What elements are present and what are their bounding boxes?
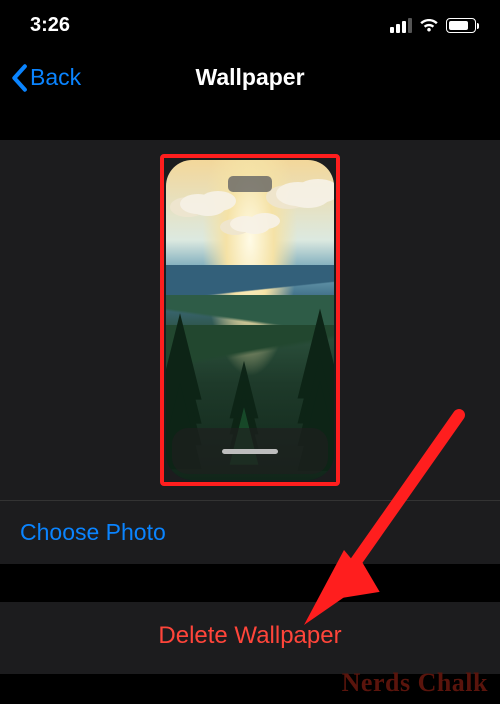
delete-wallpaper-button[interactable]: Delete Wallpaper [0,602,500,674]
annotation-highlight [160,154,340,486]
choose-photo-button[interactable]: Choose Photo [0,501,500,564]
back-button[interactable]: Back [10,64,81,92]
battery-icon [446,18,476,33]
wallpaper-preview-row [0,140,500,501]
status-indicators [390,17,476,33]
delete-section: Delete Wallpaper [0,602,500,674]
watermark: Nerds Chalk [342,668,488,698]
home-indicator-icon [222,449,278,454]
back-label: Back [30,64,81,91]
wallpaper-preview[interactable] [166,160,334,480]
status-time: 3:26 [30,14,70,37]
choose-photo-label: Choose Photo [20,519,166,545]
chevron-left-icon [10,64,28,92]
wifi-icon [418,17,440,33]
status-bar: 3:26 [0,0,500,50]
wallpaper-section: Choose Photo [0,140,500,564]
preview-notch [228,176,272,192]
delete-wallpaper-label: Delete Wallpaper [158,622,341,649]
cellular-icon [390,18,412,33]
nav-bar: Back Wallpaper [0,50,500,105]
preview-dock [172,428,328,474]
